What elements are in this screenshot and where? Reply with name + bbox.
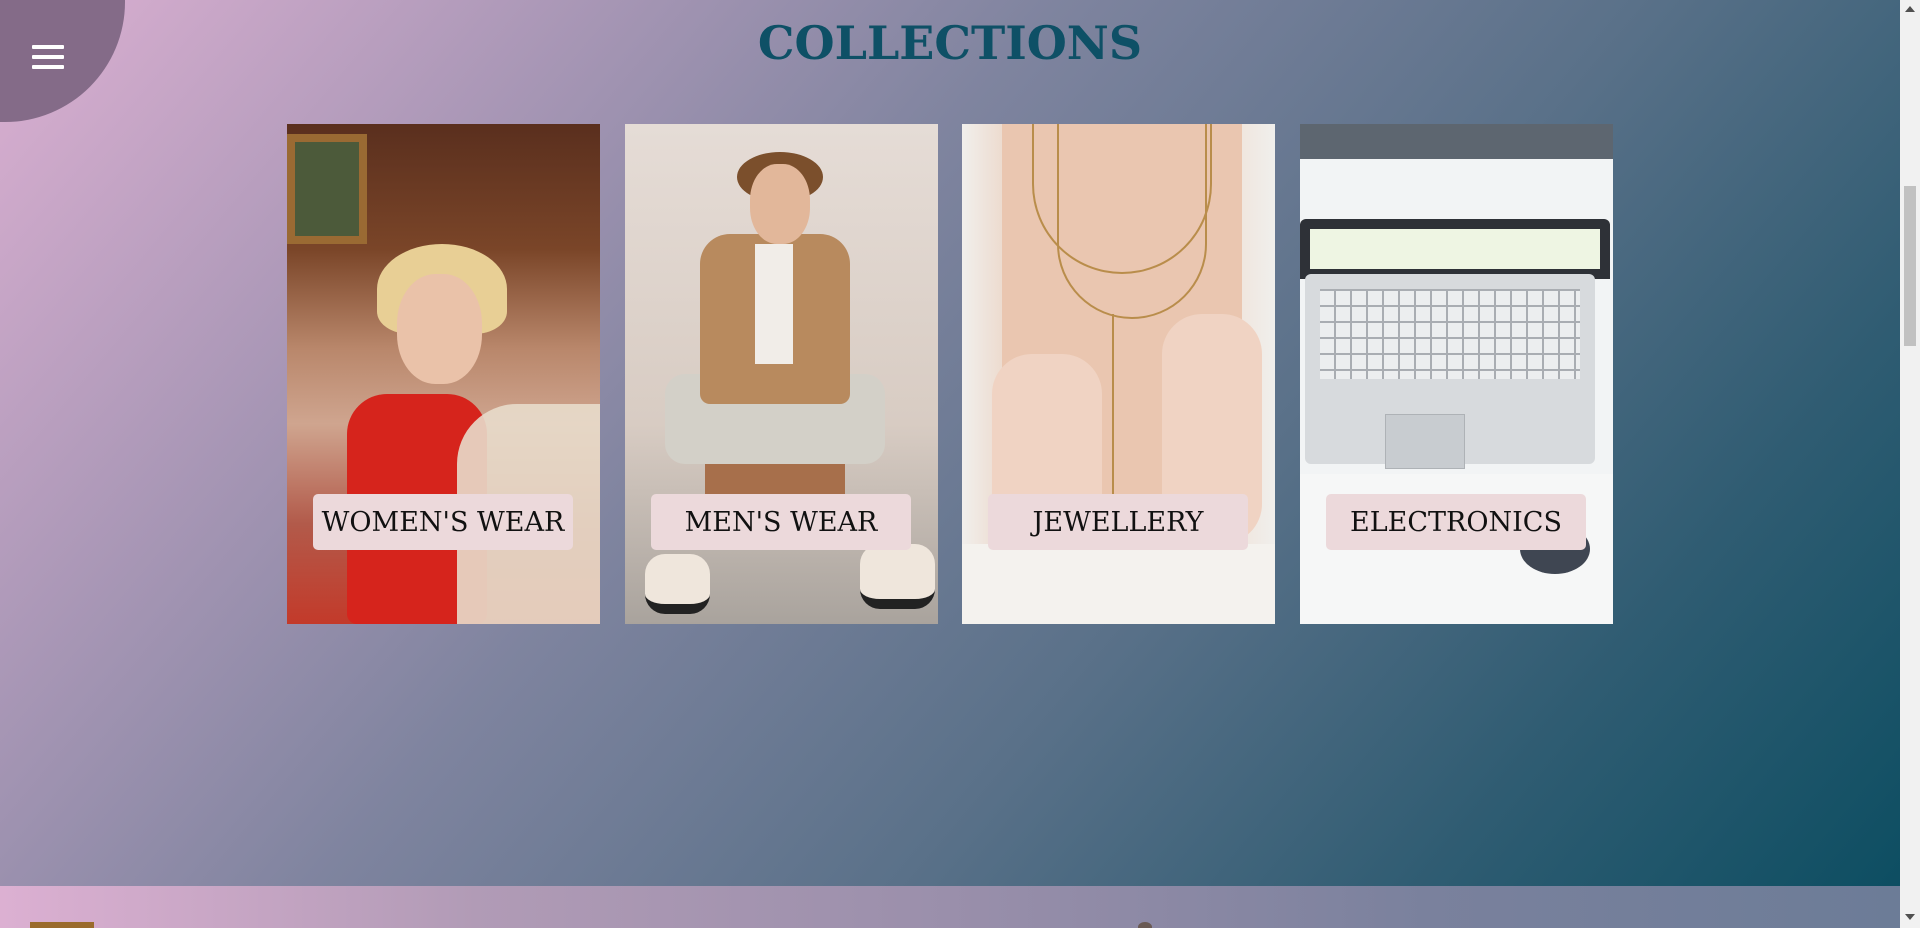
next-section-strip: [0, 886, 1900, 928]
footer-image-fragment: [1138, 922, 1152, 928]
scrollbar-thumb[interactable]: [1904, 186, 1916, 346]
collection-card-mens-wear[interactable]: MEN'S WEAR: [625, 124, 938, 624]
page: COLLECTIONS WOMEN'S WEAR MEN'S WEAR JEWE…: [0, 0, 1900, 928]
collection-label[interactable]: ELECTRONICS: [1326, 494, 1586, 550]
collection-card-electronics[interactable]: ELECTRONICS: [1300, 124, 1613, 624]
vertical-scrollbar[interactable]: [1900, 0, 1920, 928]
collection-label[interactable]: WOMEN'S WEAR: [313, 494, 573, 550]
collection-card-womens-wear[interactable]: WOMEN'S WEAR: [287, 124, 600, 624]
scroll-down-arrow-icon[interactable]: [1905, 914, 1915, 920]
collection-label[interactable]: MEN'S WEAR: [651, 494, 911, 550]
footer-logo: [30, 922, 94, 928]
collection-label[interactable]: JEWELLERY: [988, 494, 1248, 550]
collections-section: COLLECTIONS WOMEN'S WEAR MEN'S WEAR JEWE…: [0, 0, 1900, 886]
collection-card-jewellery[interactable]: JEWELLERY: [962, 124, 1275, 624]
scroll-up-arrow-icon[interactable]: [1905, 6, 1915, 12]
page-title: COLLECTIONS: [757, 16, 1143, 70]
